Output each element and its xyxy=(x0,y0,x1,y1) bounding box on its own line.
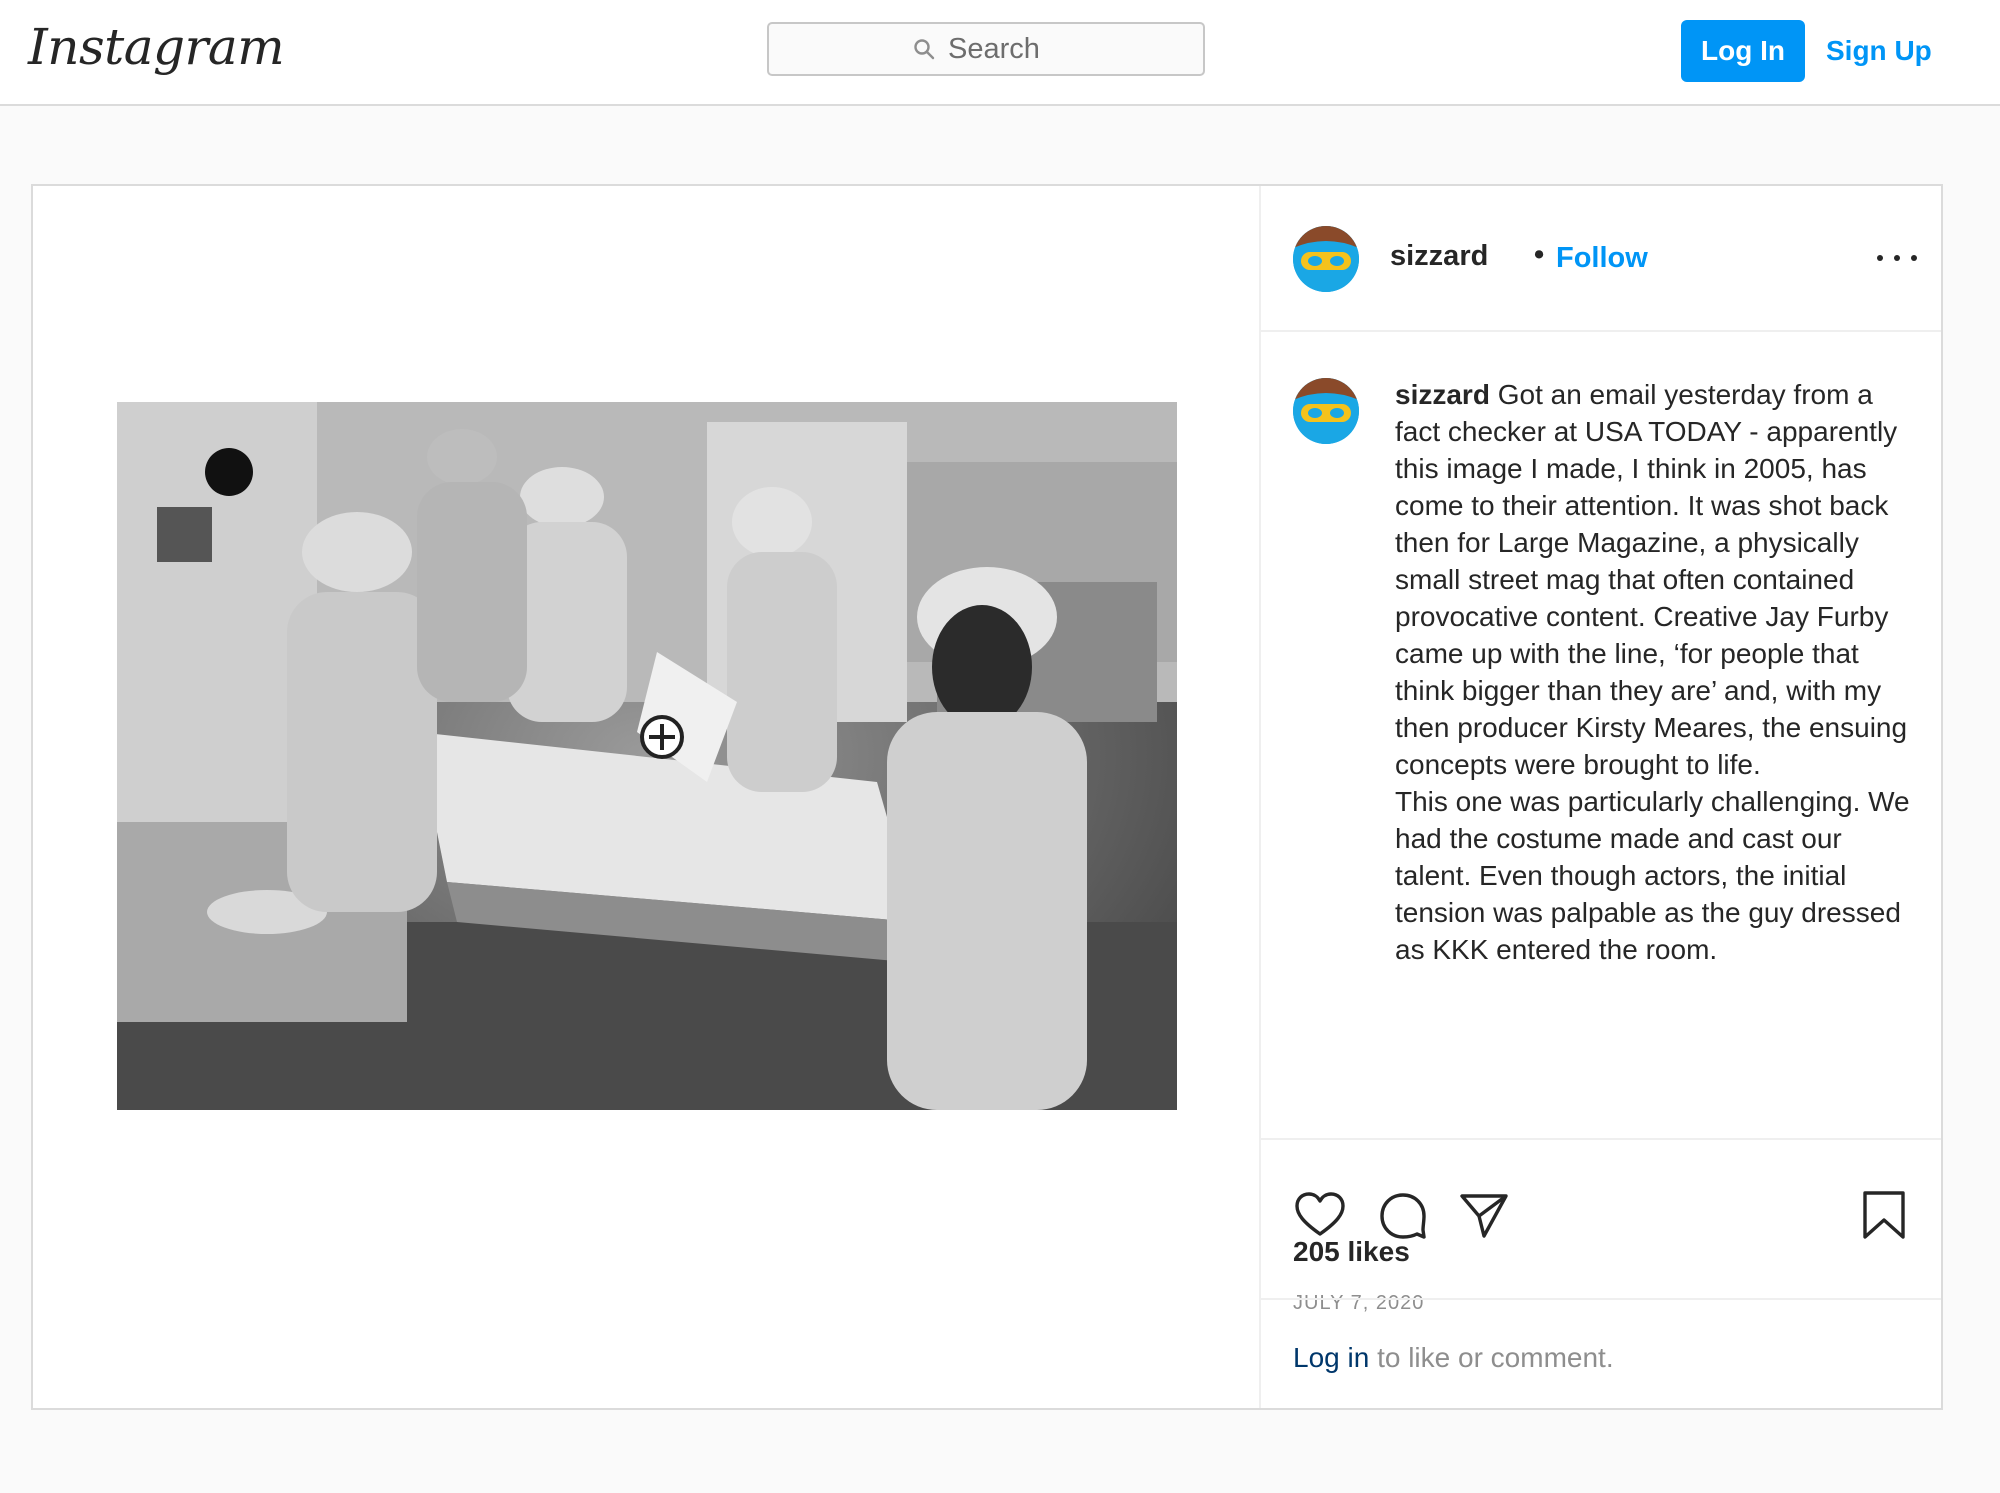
login-prompt: Log in to like or comment. xyxy=(1261,1298,1941,1408)
post-photo[interactable] xyxy=(117,402,1177,1110)
post-card: sizzard • Follow sizzard Got an email ye… xyxy=(31,184,1943,1410)
post-header: sizzard • Follow xyxy=(1261,186,1941,332)
top-navbar: Instagram Log In Sign Up xyxy=(0,0,2000,106)
caption-avatar[interactable] xyxy=(1293,378,1359,444)
login-prompt-text: Log in to like or comment. xyxy=(1293,1342,1614,1374)
post-username[interactable]: sizzard xyxy=(1390,240,1488,273)
heart-icon[interactable] xyxy=(1293,1188,1347,1242)
instagram-logo[interactable]: Instagram xyxy=(28,18,285,76)
search-icon xyxy=(914,39,935,60)
post-caption: sizzard Got an email yesterday from a fa… xyxy=(1395,376,1915,968)
dot xyxy=(1911,255,1917,261)
caption-username[interactable]: sizzard xyxy=(1395,379,1490,410)
photo-illustration xyxy=(117,402,1177,1110)
bookmark-icon[interactable] xyxy=(1857,1188,1911,1242)
post-side-panel: sizzard • Follow sizzard Got an email ye… xyxy=(1259,186,1941,1408)
dot xyxy=(1894,255,1900,261)
signup-link[interactable]: Sign Up xyxy=(1826,20,1932,82)
search-box[interactable] xyxy=(767,22,1205,76)
login-button[interactable]: Log In xyxy=(1681,20,1805,82)
more-options-icon[interactable] xyxy=(1877,248,1917,268)
avatar-mask-icon xyxy=(1293,378,1359,444)
post-media-area xyxy=(33,186,1259,1408)
dot xyxy=(1877,255,1883,261)
caption-text: Got an email yesterday from a fact check… xyxy=(1395,379,1910,965)
avatar-mask-icon xyxy=(1293,226,1359,292)
comment-icon[interactable] xyxy=(1376,1188,1430,1242)
search-input[interactable] xyxy=(946,31,1060,67)
follow-button[interactable]: Follow xyxy=(1556,242,1648,275)
paper-plane-icon[interactable] xyxy=(1457,1188,1511,1242)
avatar[interactable] xyxy=(1293,226,1359,292)
separator-dot: • xyxy=(1534,239,1545,271)
login-link[interactable]: Log in xyxy=(1293,1342,1369,1373)
login-prompt-rest: to like or comment. xyxy=(1369,1342,1614,1373)
like-count[interactable]: 205 likes xyxy=(1293,1236,1410,1268)
